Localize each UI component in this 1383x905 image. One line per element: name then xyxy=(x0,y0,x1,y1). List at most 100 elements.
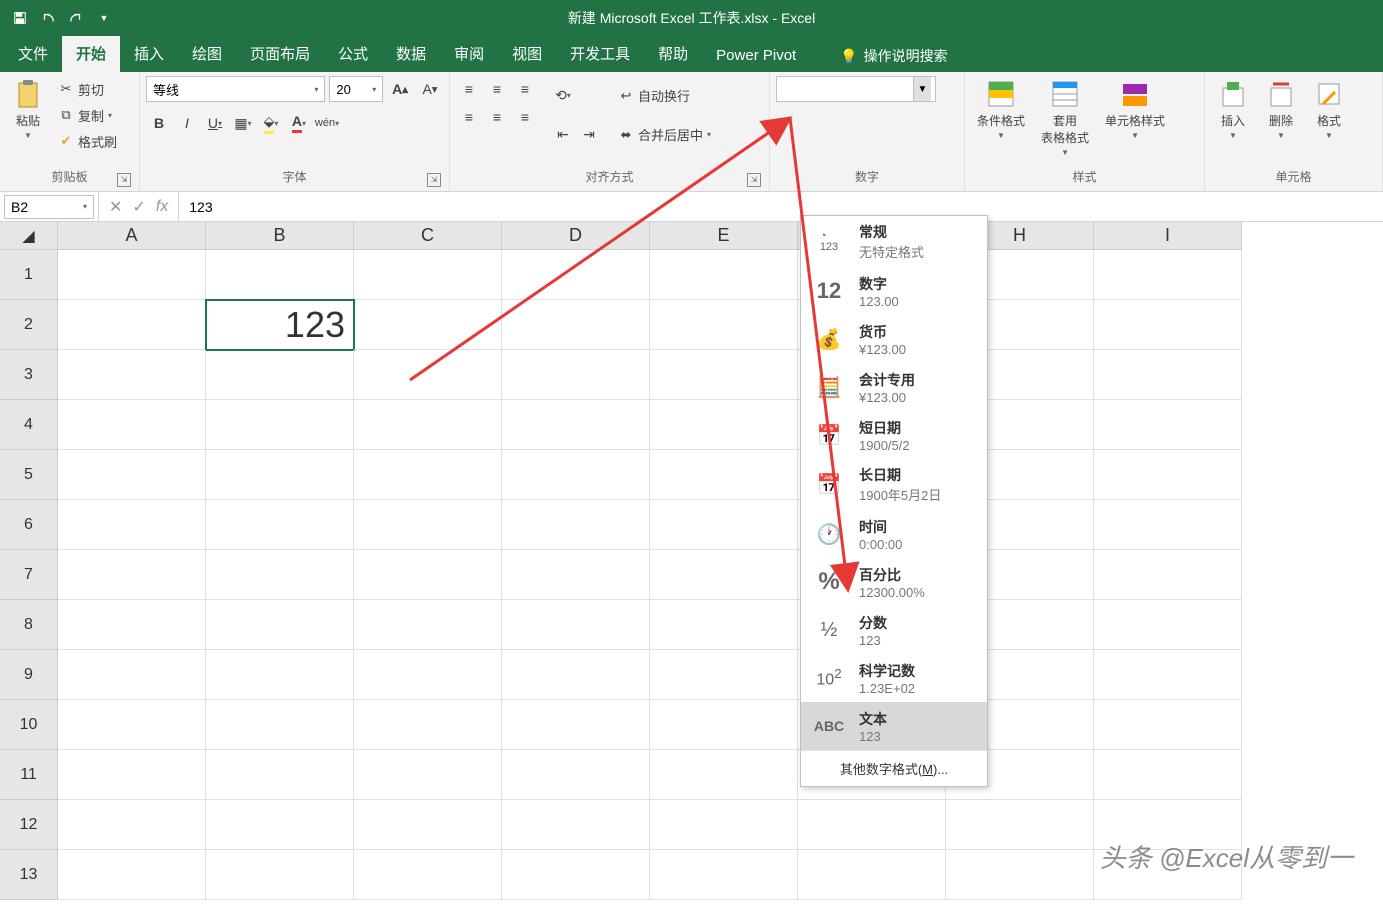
cell-C2[interactable] xyxy=(354,300,502,350)
cell-E5[interactable] xyxy=(650,450,798,500)
merge-center-button[interactable]: ⬌合并后居中▾ xyxy=(614,123,715,147)
cell-B4[interactable] xyxy=(206,400,354,450)
cell-A9[interactable] xyxy=(58,650,206,700)
format-option-longdate[interactable]: 📅长日期1900年5月2日 xyxy=(801,459,987,510)
cell-B8[interactable] xyxy=(206,600,354,650)
tell-me-search[interactable]: 💡 操作说明搜索 xyxy=(830,40,957,72)
cell-B2[interactable]: 123 xyxy=(206,300,354,350)
indent-increase-button[interactable]: ⇥ xyxy=(576,122,602,148)
font-launcher[interactable]: ⇲ xyxy=(427,173,441,187)
paste-button[interactable]: 粘贴 ▼ xyxy=(6,76,50,142)
align-middle-button[interactable]: ≡ xyxy=(484,76,510,102)
cell-H13[interactable] xyxy=(946,850,1094,900)
cell-A12[interactable] xyxy=(58,800,206,850)
row-header-4[interactable]: 4 xyxy=(0,400,58,450)
format-option-scientific[interactable]: 102科学记数1.23E+02 xyxy=(801,654,987,702)
cell-D3[interactable] xyxy=(502,350,650,400)
row-header-5[interactable]: 5 xyxy=(0,450,58,500)
column-header-B[interactable]: B xyxy=(206,222,354,250)
row-header-1[interactable]: 1 xyxy=(0,250,58,300)
cell-E11[interactable] xyxy=(650,750,798,800)
cell-D7[interactable] xyxy=(502,550,650,600)
conditional-format-button[interactable]: 条件格式▼ xyxy=(971,76,1031,142)
row-header-13[interactable]: 13 xyxy=(0,850,58,900)
cell-I3[interactable] xyxy=(1094,350,1242,400)
cancel-entry-icon[interactable]: ✕ xyxy=(109,197,122,217)
cell-G12[interactable] xyxy=(798,800,946,850)
cell-D8[interactable] xyxy=(502,600,650,650)
cell-D1[interactable] xyxy=(502,250,650,300)
bold-button[interactable]: B xyxy=(146,110,172,136)
row-header-2[interactable]: 2 xyxy=(0,300,58,350)
column-header-D[interactable]: D xyxy=(502,222,650,250)
cell-B5[interactable] xyxy=(206,450,354,500)
cell-A2[interactable] xyxy=(58,300,206,350)
number-format-combo[interactable]: ▼ xyxy=(776,76,936,102)
cell-B10[interactable] xyxy=(206,700,354,750)
tab-powerpivot[interactable]: Power Pivot xyxy=(702,39,810,72)
copy-button[interactable]: ⧉复制▾ xyxy=(54,103,121,127)
cell-A1[interactable] xyxy=(58,250,206,300)
cell-C4[interactable] xyxy=(354,400,502,450)
cell-C9[interactable] xyxy=(354,650,502,700)
cell-B12[interactable] xyxy=(206,800,354,850)
cell-H12[interactable] xyxy=(946,800,1094,850)
cell-B11[interactable] xyxy=(206,750,354,800)
tab-view[interactable]: 视图 xyxy=(498,35,556,72)
cell-D12[interactable] xyxy=(502,800,650,850)
tab-insert[interactable]: 插入 xyxy=(120,35,178,72)
formula-input[interactable]: 123 xyxy=(179,192,1383,221)
format-option-currency[interactable]: 💰货币¥123.00 xyxy=(801,315,987,363)
cell-E7[interactable] xyxy=(650,550,798,600)
cell-I10[interactable] xyxy=(1094,700,1242,750)
cell-E1[interactable] xyxy=(650,250,798,300)
cell-A3[interactable] xyxy=(58,350,206,400)
format-option-fraction[interactable]: ½分数123 xyxy=(801,606,987,654)
align-top-button[interactable]: ≡ xyxy=(456,76,482,102)
undo-icon[interactable] xyxy=(36,6,60,30)
cell-C7[interactable] xyxy=(354,550,502,600)
tab-file[interactable]: 文件 xyxy=(4,35,62,72)
cell-E6[interactable] xyxy=(650,500,798,550)
cell-C5[interactable] xyxy=(354,450,502,500)
phonetic-button[interactable]: wén▾ xyxy=(314,110,340,136)
shrink-font-button[interactable]: A▾ xyxy=(417,76,443,102)
row-header-12[interactable]: 12 xyxy=(0,800,58,850)
cell-C10[interactable] xyxy=(354,700,502,750)
cell-styles-button[interactable]: 单元格样式▼ xyxy=(1099,76,1171,142)
cell-A4[interactable] xyxy=(58,400,206,450)
cell-I7[interactable] xyxy=(1094,550,1242,600)
tab-data[interactable]: 数据 xyxy=(382,35,440,72)
row-header-11[interactable]: 11 xyxy=(0,750,58,800)
row-header-10[interactable]: 10 xyxy=(0,700,58,750)
tab-draw[interactable]: 绘图 xyxy=(178,35,236,72)
cell-C3[interactable] xyxy=(354,350,502,400)
cell-E4[interactable] xyxy=(650,400,798,450)
cell-D6[interactable] xyxy=(502,500,650,550)
font-size-combo[interactable]: 20▾ xyxy=(329,76,383,102)
format-option-number[interactable]: 12数字123.00 xyxy=(801,267,987,315)
cell-G13[interactable] xyxy=(798,850,946,900)
column-header-E[interactable]: E xyxy=(650,222,798,250)
format-option-percent[interactable]: %百分比12300.00% xyxy=(801,558,987,606)
tab-formulas[interactable]: 公式 xyxy=(324,35,382,72)
cell-D5[interactable] xyxy=(502,450,650,500)
cell-I6[interactable] xyxy=(1094,500,1242,550)
format-cells-button[interactable]: 格式▼ xyxy=(1307,76,1351,142)
cell-E3[interactable] xyxy=(650,350,798,400)
italic-button[interactable]: I xyxy=(174,110,200,136)
tab-pagelayout[interactable]: 页面布局 xyxy=(236,35,324,72)
cell-A11[interactable] xyxy=(58,750,206,800)
format-painter-button[interactable]: ✔格式刷 xyxy=(54,129,121,153)
table-format-button[interactable]: 套用 表格格式▼ xyxy=(1035,76,1095,159)
cell-I1[interactable] xyxy=(1094,250,1242,300)
column-header-C[interactable]: C xyxy=(354,222,502,250)
orientation-button[interactable]: ⟲▾ xyxy=(550,83,576,109)
cell-B1[interactable] xyxy=(206,250,354,300)
cell-I4[interactable] xyxy=(1094,400,1242,450)
cut-button[interactable]: ✂剪切 xyxy=(54,77,121,101)
cell-E12[interactable] xyxy=(650,800,798,850)
cell-C11[interactable] xyxy=(354,750,502,800)
cell-I11[interactable] xyxy=(1094,750,1242,800)
column-header-A[interactable]: A xyxy=(58,222,206,250)
